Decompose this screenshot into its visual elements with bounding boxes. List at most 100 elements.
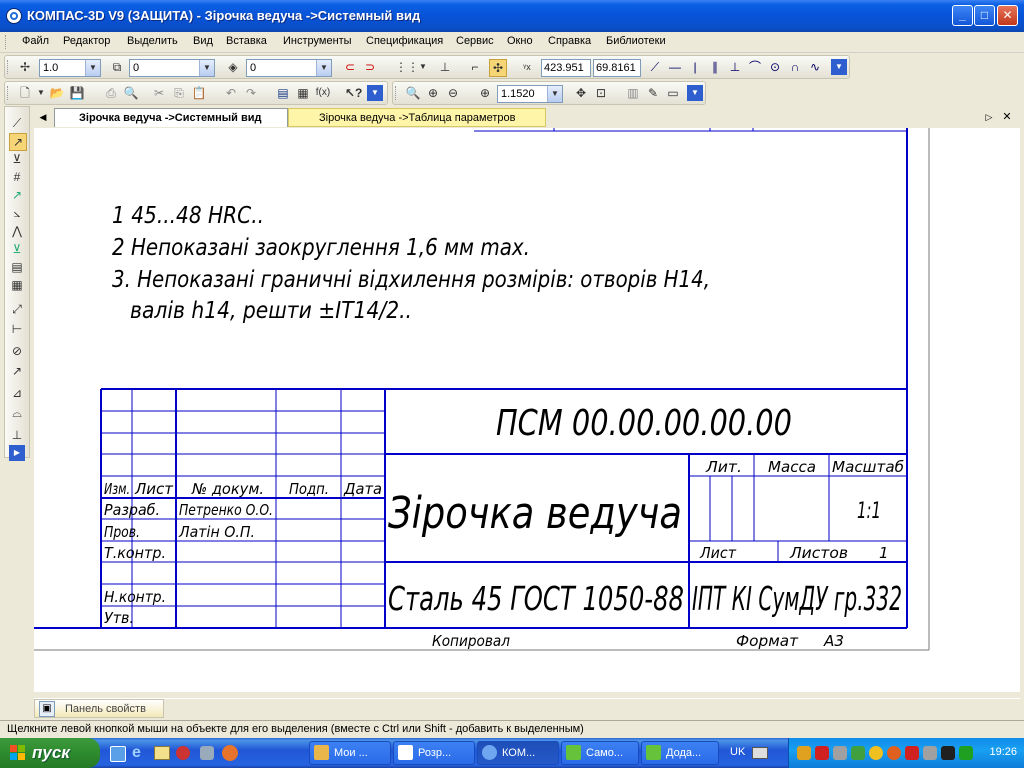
kompas-app-icon[interactable] xyxy=(6,8,22,24)
close-button[interactable]: ✕ xyxy=(997,5,1018,26)
horizontal-dim-icon[interactable]: ⊢ xyxy=(9,321,25,337)
menu-service[interactable]: Сервис xyxy=(456,35,494,47)
task-my-documents[interactable]: Мои ... xyxy=(309,741,391,765)
tray-monitor-icon[interactable] xyxy=(941,746,955,760)
scale-value-text[interactable]: 1:1 xyxy=(857,499,881,524)
associative-view-icon[interactable]: ⊻ xyxy=(9,241,25,257)
maximize-button[interactable]: □ xyxy=(974,5,995,26)
note-1[interactable]: 1 45...48 HRC.. xyxy=(112,203,264,229)
tray-utility-icon[interactable] xyxy=(833,746,847,760)
scale-combo[interactable]: 1.0 ▼ xyxy=(39,59,101,77)
material-text[interactable]: Сталь 45 ГОСТ 1050-88 xyxy=(388,579,684,618)
layers-icon[interactable]: ✎ xyxy=(645,85,661,101)
tray-app-icon[interactable] xyxy=(797,746,811,760)
arc-dim-icon[interactable]: ⌓ xyxy=(9,405,25,421)
sheets-value[interactable]: 1 xyxy=(879,544,889,562)
person-razrab[interactable]: Петренко О.О. xyxy=(179,501,273,519)
tray-at-icon[interactable] xyxy=(887,746,901,760)
select-icon[interactable]: ⋀ xyxy=(9,223,25,239)
menu-grip[interactable] xyxy=(5,35,9,49)
help-pointer-icon[interactable]: ↖? xyxy=(345,85,362,101)
measure-icon[interactable]: ⦣ xyxy=(9,205,25,221)
explorer-icon[interactable] xyxy=(154,746,170,760)
geometry-icon[interactable]: ⟋ xyxy=(9,115,25,131)
toolbar-overflow-icon[interactable]: ▼ xyxy=(831,59,847,75)
parallel-icon[interactable]: ∥ xyxy=(707,59,723,75)
network-icon[interactable] xyxy=(200,746,214,760)
designation-text[interactable]: ПСМ 00.00.00.00.00 xyxy=(496,403,792,444)
function-icon[interactable]: f(x) xyxy=(315,85,331,101)
perpendicular-icon[interactable]: ⊥ xyxy=(727,59,743,75)
tray-update-icon[interactable] xyxy=(905,746,919,760)
variables-icon[interactable]: ▦ xyxy=(295,85,311,101)
paste-icon[interactable]: 📋 xyxy=(191,85,207,101)
toolbar-overflow-icon[interactable]: ▶ xyxy=(9,445,25,461)
ortho-icon[interactable]: ⌐ xyxy=(467,59,483,75)
curve-icon[interactable]: ∿ xyxy=(807,59,823,75)
hline-icon[interactable]: — xyxy=(667,59,683,75)
tab-system-view[interactable]: Зірочка ведуча ->Системный вид xyxy=(54,108,288,127)
tab-scroll-right-icon[interactable]: ▷ xyxy=(982,108,996,127)
chevron-down-icon[interactable]: ▼ xyxy=(547,86,562,102)
redo-icon[interactable]: ↷ xyxy=(243,85,259,101)
menu-tools[interactable]: Инструменты xyxy=(283,35,352,47)
style-icon[interactable]: ◈ xyxy=(225,59,241,75)
toolbar-grip[interactable] xyxy=(7,86,11,100)
chevron-down-icon[interactable]: ▼ xyxy=(85,60,100,76)
circle-center-icon[interactable]: ⊙ xyxy=(767,59,783,75)
minimize-button[interactable]: _ xyxy=(952,5,973,26)
zoom-fit-icon[interactable]: ⊡ xyxy=(593,85,609,101)
title-bar[interactable]: КОМПАС-3D V9 (ЗАЩИТА) - Зірочка ведуча -… xyxy=(0,0,1024,32)
designations-icon[interactable]: ⊻ xyxy=(9,151,25,167)
diameter-dim-icon[interactable]: ⊘ xyxy=(9,343,25,359)
layer-combo[interactable]: 0 ▼ xyxy=(129,59,215,77)
menu-view[interactable]: Вид xyxy=(193,35,213,47)
style-combo[interactable]: 0 ▼ xyxy=(246,59,332,77)
task-kompas[interactable]: КОМ... xyxy=(477,741,559,765)
line-tool-icon[interactable]: ⟋ xyxy=(647,59,663,75)
snap-off-icon[interactable]: ⊃ xyxy=(362,59,378,75)
chevron-down-icon[interactable]: ▼ xyxy=(199,60,214,76)
tray-messenger-icon[interactable] xyxy=(869,746,883,760)
start-button[interactable]: пуск xyxy=(0,738,100,768)
internet-explorer-icon[interactable]: e xyxy=(132,744,141,762)
volume-icon[interactable] xyxy=(923,746,937,760)
toolbar-grip[interactable] xyxy=(7,60,11,74)
media-player-icon[interactable] xyxy=(176,746,190,760)
arc-icon[interactable]: ∩ xyxy=(787,59,803,75)
new-document-icon[interactable]: 🗋 xyxy=(17,85,33,101)
toolbar-overflow-icon[interactable]: ▼ xyxy=(367,85,383,101)
task-add[interactable]: Дода... xyxy=(641,741,719,765)
zoom-combo[interactable]: 1.1520 ▼ xyxy=(497,85,563,103)
edit-icon[interactable]: # xyxy=(9,169,25,185)
menu-libraries[interactable]: Библиотеки xyxy=(606,35,666,47)
print-icon[interactable]: ⎙ xyxy=(103,85,119,101)
note-2[interactable]: 2 Непоказані заокруглення 1,6 мм max. xyxy=(112,235,530,261)
copy-icon[interactable]: ⎘ xyxy=(171,85,187,101)
radial-dim-icon[interactable]: ↗ xyxy=(9,363,25,379)
pan-icon[interactable]: ✥ xyxy=(573,85,589,101)
dimensions-icon[interactable]: ↗ xyxy=(9,133,27,151)
note-3[interactable]: 3. Непоказані граничні відхилення розмір… xyxy=(112,267,710,293)
chevron-down-icon[interactable]: ▼ xyxy=(33,85,49,101)
zoom-scale-icon[interactable]: ⊕ xyxy=(477,85,493,101)
tray-antivirus-icon[interactable] xyxy=(815,746,829,760)
cut-icon[interactable]: ✂ xyxy=(151,85,167,101)
zoom-window-icon[interactable]: 🔍 xyxy=(405,85,421,101)
manager-icon[interactable]: ▤ xyxy=(275,85,291,101)
tab-scroll-left-icon[interactable]: ◀ xyxy=(36,108,50,127)
drawing-sheet[interactable]: 1 45...48 HRC.. 2 Непоказані заокругленн… xyxy=(34,128,1020,692)
tab-close-icon[interactable]: ✕ xyxy=(1000,108,1014,127)
task-document[interactable]: Розр... xyxy=(393,741,475,765)
menu-select[interactable]: Выделить xyxy=(127,35,178,47)
coord-y-field[interactable]: 69.8161 xyxy=(593,59,641,77)
menu-help[interactable]: Справка xyxy=(548,35,591,47)
coord-x-field[interactable]: 423.951 xyxy=(541,59,591,77)
vline-icon[interactable]: | xyxy=(687,59,703,75)
drawing-canvas[interactable]: 1 45...48 HRC.. 2 Непоказані заокругленн… xyxy=(34,128,1020,692)
magnet-icon[interactable]: ⊂ xyxy=(342,59,358,75)
show-desktop-icon[interactable] xyxy=(110,746,126,762)
toolbar-overflow-icon[interactable]: ▼ xyxy=(687,85,703,101)
open-folder-icon[interactable]: 📂 xyxy=(49,85,65,101)
tray-green-icon[interactable] xyxy=(959,746,973,760)
